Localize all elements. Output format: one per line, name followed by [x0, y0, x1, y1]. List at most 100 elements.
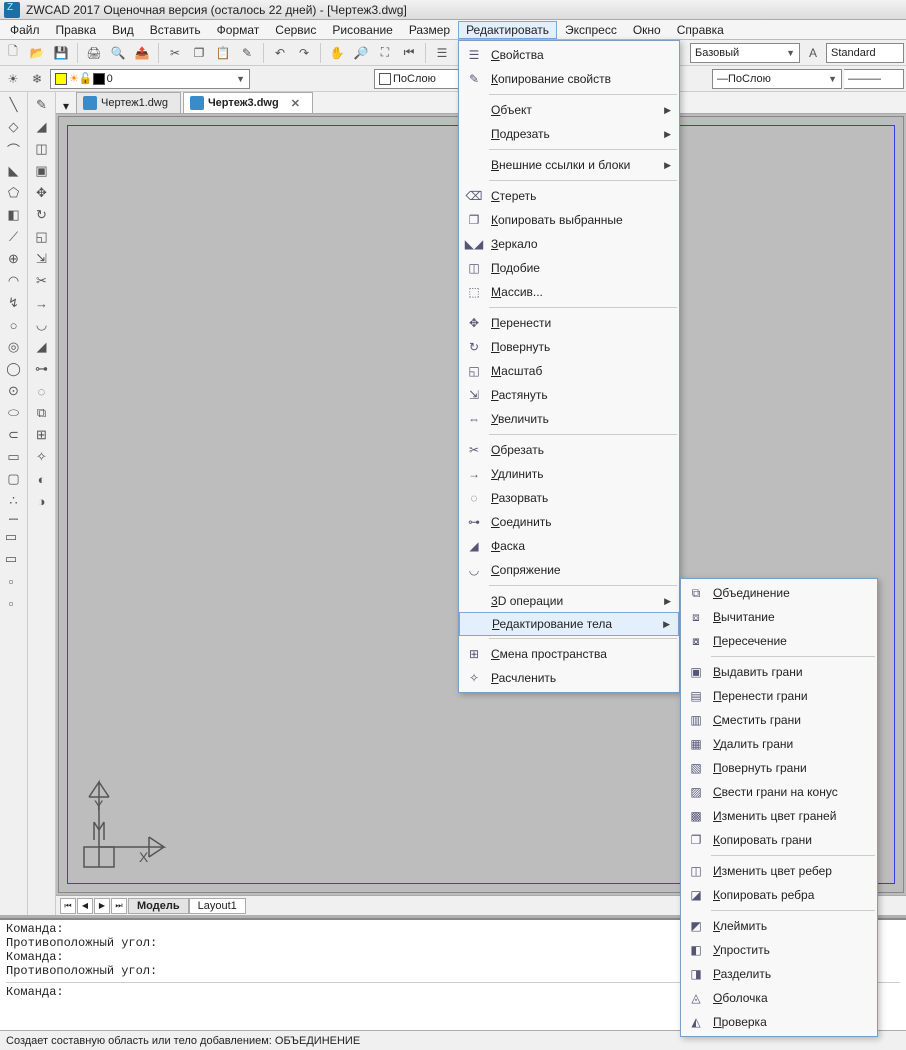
- edit-item-4[interactable]: Подрезать▶: [459, 122, 679, 146]
- modify-tool-0[interactable]: ✎: [31, 94, 53, 116]
- edit-item-17[interactable]: ⇲Растянуть: [459, 383, 679, 407]
- copy-icon[interactable]: ❐: [188, 42, 210, 64]
- cut-icon[interactable]: ✂: [164, 42, 186, 64]
- pal-icon-4[interactable]: ▫: [0, 592, 22, 614]
- edit-item-21[interactable]: →Удлинить: [459, 462, 679, 486]
- draw-tool-10[interactable]: ○: [3, 314, 25, 336]
- draw-tool-14[interactable]: ⬭: [3, 402, 25, 424]
- edit-item-25[interactable]: ◡Сопряжение: [459, 558, 679, 582]
- modify-tool-10[interactable]: ◡: [31, 314, 53, 336]
- draw-tool-2[interactable]: ⌒: [3, 138, 25, 160]
- solidedit-item-8[interactable]: ▧Повернуть грани: [681, 756, 877, 780]
- pal-icon-3[interactable]: ▫: [0, 570, 22, 592]
- modify-tool-9[interactable]: →: [31, 292, 53, 314]
- undo-icon[interactable]: ↶: [269, 42, 291, 64]
- tab-prev-icon[interactable]: ◀: [77, 898, 93, 914]
- zoom-icon[interactable]: 🔎: [350, 42, 372, 64]
- solidedit-item-19[interactable]: ◬Оболочка: [681, 986, 877, 1010]
- solidedit-item-17[interactable]: ◧Упростить: [681, 938, 877, 962]
- edit-item-20[interactable]: ✂Обрезать: [459, 438, 679, 462]
- close-icon[interactable]: ✕: [291, 97, 300, 110]
- preview-icon[interactable]: 🔍: [107, 42, 129, 64]
- edit-item-24[interactable]: ◢Фаска: [459, 534, 679, 558]
- edit-item-23[interactable]: ⊶Соединить: [459, 510, 679, 534]
- modify-tool-3[interactable]: ▣: [31, 160, 53, 182]
- modify-tool-17[interactable]: ◐: [31, 468, 53, 490]
- modify-tool-13[interactable]: ◌: [31, 380, 53, 402]
- layer-combo[interactable]: ☀ 🔓 0 ▼: [50, 69, 250, 89]
- modify-tool-2[interactable]: ◫: [31, 138, 53, 160]
- solidedit-item-14[interactable]: ◪Копировать ребра: [681, 883, 877, 907]
- edit-item-12[interactable]: ⬚Массив...: [459, 280, 679, 304]
- modify-tool-7[interactable]: ⇲: [31, 248, 53, 270]
- edit-item-27[interactable]: 3D операции▶: [459, 589, 679, 613]
- draw-tool-4[interactable]: ⬠: [3, 182, 25, 204]
- tab-layout1[interactable]: Layout1: [189, 898, 246, 914]
- draw-tool-16[interactable]: ▭: [3, 446, 25, 468]
- edit-item-30[interactable]: ⊞Смена пространства: [459, 642, 679, 666]
- draw-tool-15[interactable]: ⊂: [3, 424, 25, 446]
- modify-tool-1[interactable]: ◢: [31, 116, 53, 138]
- menu-редактировать[interactable]: Редактировать: [458, 21, 557, 39]
- layermgr-icon[interactable]: ☀: [2, 68, 24, 90]
- save-icon[interactable]: 💾: [50, 42, 72, 64]
- edit-item-8[interactable]: ⌫Стереть: [459, 184, 679, 208]
- props-icon[interactable]: ☰: [431, 42, 453, 64]
- layeriso-icon[interactable]: ❄: [26, 68, 48, 90]
- menu-вид[interactable]: Вид: [104, 21, 142, 39]
- modify-tool-6[interactable]: ◱: [31, 226, 53, 248]
- textstyle-icon[interactable]: A: [802, 42, 824, 64]
- tab-model[interactable]: Модель: [128, 898, 189, 914]
- modify-tool-14[interactable]: ⧉: [31, 402, 53, 424]
- menu-правка[interactable]: Правка: [48, 21, 105, 39]
- solidedit-item-4[interactable]: ▣Выдавить грани: [681, 660, 877, 684]
- solidedit-item-13[interactable]: ◫Изменить цвет ребер: [681, 859, 877, 883]
- draw-tool-13[interactable]: ⊙: [3, 380, 25, 402]
- draw-tool-7[interactable]: ⊕: [3, 248, 25, 270]
- combo-standard[interactable]: Standard: [826, 43, 904, 63]
- draw-tool-9[interactable]: ↯: [3, 292, 25, 314]
- modify-tool-15[interactable]: ⊞: [31, 424, 53, 446]
- pan-icon[interactable]: ✋: [326, 42, 348, 64]
- modify-tool-4[interactable]: ✥: [31, 182, 53, 204]
- redo-icon[interactable]: ↷: [293, 42, 315, 64]
- modify-tool-5[interactable]: ↻: [31, 204, 53, 226]
- edit-item-14[interactable]: ✥Перенести: [459, 311, 679, 335]
- tab-next-icon[interactable]: ▶: [94, 898, 110, 914]
- menu-размер[interactable]: Размер: [401, 21, 458, 39]
- new-icon[interactable]: 🗋: [2, 42, 24, 64]
- menu-рисование[interactable]: Рисование: [324, 21, 400, 39]
- solidedit-item-11[interactable]: ❐Копировать грани: [681, 828, 877, 852]
- edit-item-22[interactable]: ◌Разорвать: [459, 486, 679, 510]
- edit-item-28[interactable]: Редактирование тела▶: [459, 612, 679, 636]
- menu-формат[interactable]: Формат: [209, 21, 268, 39]
- solidedit-item-20[interactable]: ◭Проверка: [681, 1010, 877, 1034]
- lineweight-combo[interactable]: — ПоСлою▼: [712, 69, 842, 89]
- draw-tool-0[interactable]: ╲: [3, 94, 25, 116]
- edit-item-15[interactable]: ↻Повернуть: [459, 335, 679, 359]
- edit-item-3[interactable]: Объект▶: [459, 98, 679, 122]
- menu-экспресс[interactable]: Экспресс: [557, 21, 625, 39]
- pal-icon-1[interactable]: ▭: [0, 526, 22, 548]
- draw-tool-17[interactable]: ▢: [3, 468, 25, 490]
- edit-item-6[interactable]: Внешние ссылки и блоки▶: [459, 153, 679, 177]
- menu-справка[interactable]: Справка: [669, 21, 732, 39]
- solidedit-item-18[interactable]: ◨Разделить: [681, 962, 877, 986]
- draw-tool-5[interactable]: ◧: [3, 204, 25, 226]
- modify-tool-11[interactable]: ◢: [31, 336, 53, 358]
- solidedit-item-16[interactable]: ◩Клеймить: [681, 914, 877, 938]
- linetype-combo[interactable]: ———: [844, 69, 904, 89]
- tab-dropdown-icon[interactable]: ▾: [56, 99, 76, 113]
- edit-item-16[interactable]: ◱Масштаб: [459, 359, 679, 383]
- tab-last-icon[interactable]: ⏭: [111, 898, 127, 914]
- tab-first-icon[interactable]: ⏮: [60, 898, 76, 914]
- draw-tool-1[interactable]: ◇: [3, 116, 25, 138]
- doctab[interactable]: Чертеж1.dwg: [76, 92, 181, 113]
- solidedit-item-10[interactable]: ▩Изменить цвет граней: [681, 804, 877, 828]
- menu-окно[interactable]: Окно: [625, 21, 669, 39]
- edit-item-31[interactable]: ✧Расчленить: [459, 666, 679, 690]
- edit-item-1[interactable]: ✎Копирование свойств: [459, 67, 679, 91]
- edit-item-18[interactable]: ⇔Увеличить: [459, 407, 679, 431]
- edit-item-0[interactable]: ☰Свойства: [459, 43, 679, 67]
- solidedit-item-6[interactable]: ▥Сместить грани: [681, 708, 877, 732]
